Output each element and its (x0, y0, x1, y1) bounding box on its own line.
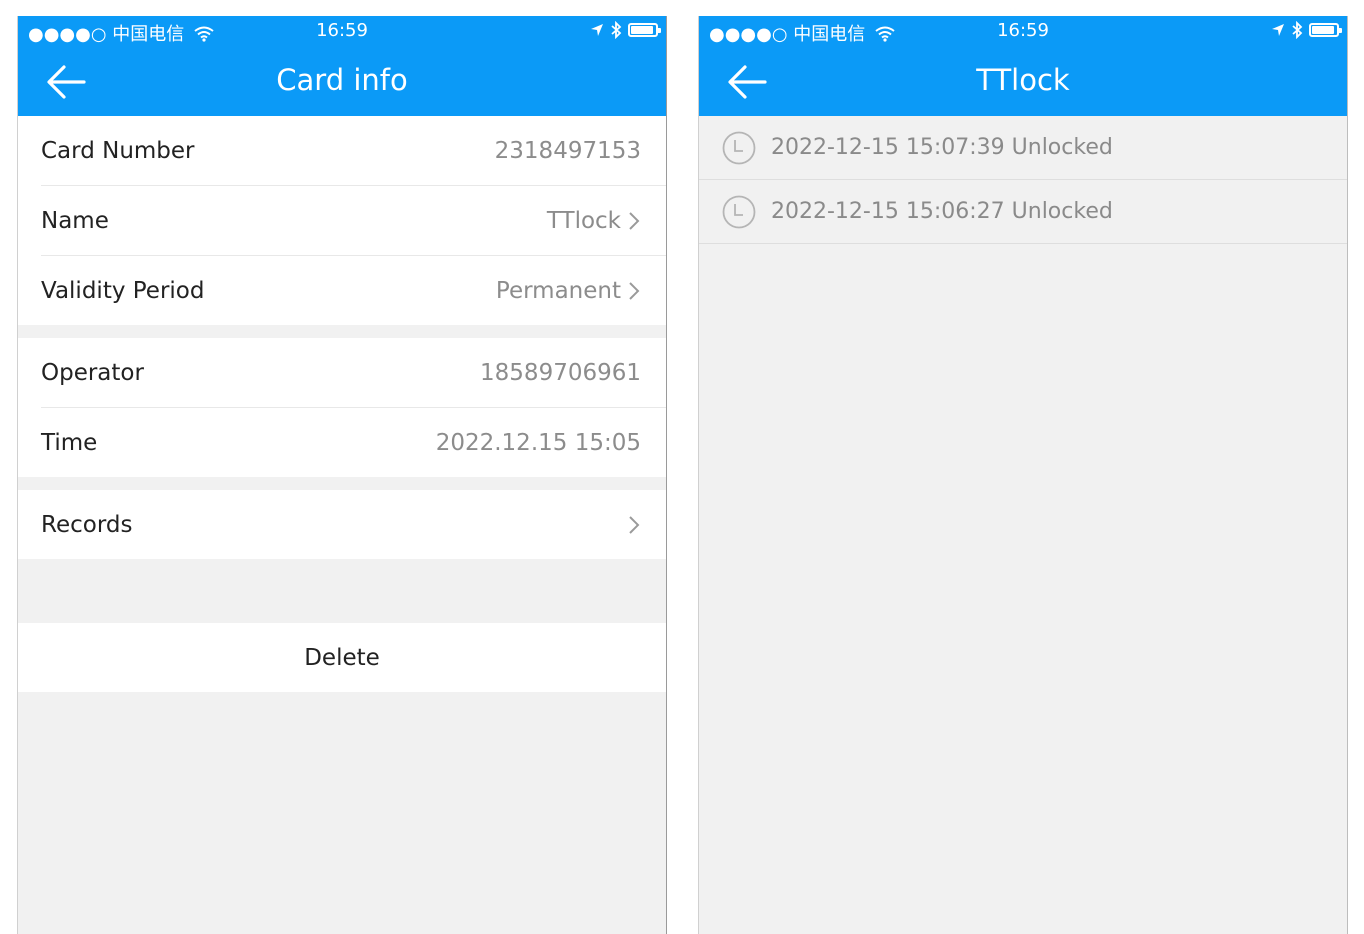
validity-value: Permanent (495, 277, 621, 304)
status-bar: ●●●●○ 中国电信 16:59 (699, 16, 1347, 46)
card-details-group: Card Number 2318497153 Name TTlock Valid… (18, 116, 666, 325)
page-title: TTlock (976, 63, 1070, 97)
header: ●●●●○ 中国电信 16:59 Card info (18, 16, 666, 116)
records-row[interactable]: Records (41, 490, 666, 559)
operator-row: Operator 18589706961 (41, 338, 666, 408)
chevron-right-icon (629, 211, 640, 230)
card-info-screen: ●●●●○ 中国电信 16:59 Card info Card Number 2… (17, 16, 667, 934)
name-value: TTlock (546, 207, 621, 234)
row-label: Records (41, 511, 133, 538)
chevron-right-icon (629, 515, 640, 534)
page-title: Card info (276, 63, 408, 97)
list-item: 2022-12-15 15:07:39 Unlocked (699, 116, 1347, 180)
records-list: 2022-12-15 15:07:39 Unlocked 2022-12-15 … (699, 116, 1347, 244)
operator-value: 18589706961 (480, 359, 641, 386)
battery-icon (1309, 23, 1342, 37)
bluetooth-icon (1292, 21, 1303, 39)
row-label: Operator (41, 359, 144, 386)
chevron-right-icon (629, 281, 640, 300)
clock-icon (722, 131, 756, 164)
header: ●●●●○ 中国电信 16:59 TTlock (699, 16, 1347, 116)
status-time: 16:59 (997, 20, 1049, 41)
record-text: 2022-12-15 15:07:39 Unlocked (771, 135, 1113, 160)
location-arrow-icon (1272, 24, 1284, 36)
location-arrow-icon (591, 24, 603, 36)
row-label: Name (41, 207, 109, 234)
bluetooth-icon (611, 21, 622, 39)
battery-icon (628, 23, 661, 37)
status-bar: ●●●●○ 中国电信 16:59 (18, 16, 666, 46)
records-screen: ●●●●○ 中国电信 16:59 TTlock 2022-12-15 15:07… (698, 16, 1348, 934)
card-number-value: 2318497153 (494, 137, 641, 164)
list-item: 2022-12-15 15:06:27 Unlocked (699, 180, 1347, 244)
row-label: Validity Period (41, 277, 205, 304)
clock-icon (722, 195, 756, 228)
name-row[interactable]: Name TTlock (41, 186, 666, 256)
time-value: 2022.12.15 15:05 (435, 429, 641, 456)
delete-button[interactable]: Delete (18, 623, 666, 692)
row-label: Time (41, 429, 98, 456)
operator-group: Operator 18589706961 Time 2022.12.15 15:… (18, 338, 666, 477)
record-text: 2022-12-15 15:06:27 Unlocked (771, 199, 1113, 224)
validity-period-row[interactable]: Validity Period Permanent (41, 256, 666, 325)
card-number-row: Card Number 2318497153 (41, 116, 666, 186)
row-label: Card Number (41, 137, 195, 164)
status-time: 16:59 (316, 20, 368, 41)
time-row: Time 2022.12.15 15:05 (41, 408, 666, 477)
